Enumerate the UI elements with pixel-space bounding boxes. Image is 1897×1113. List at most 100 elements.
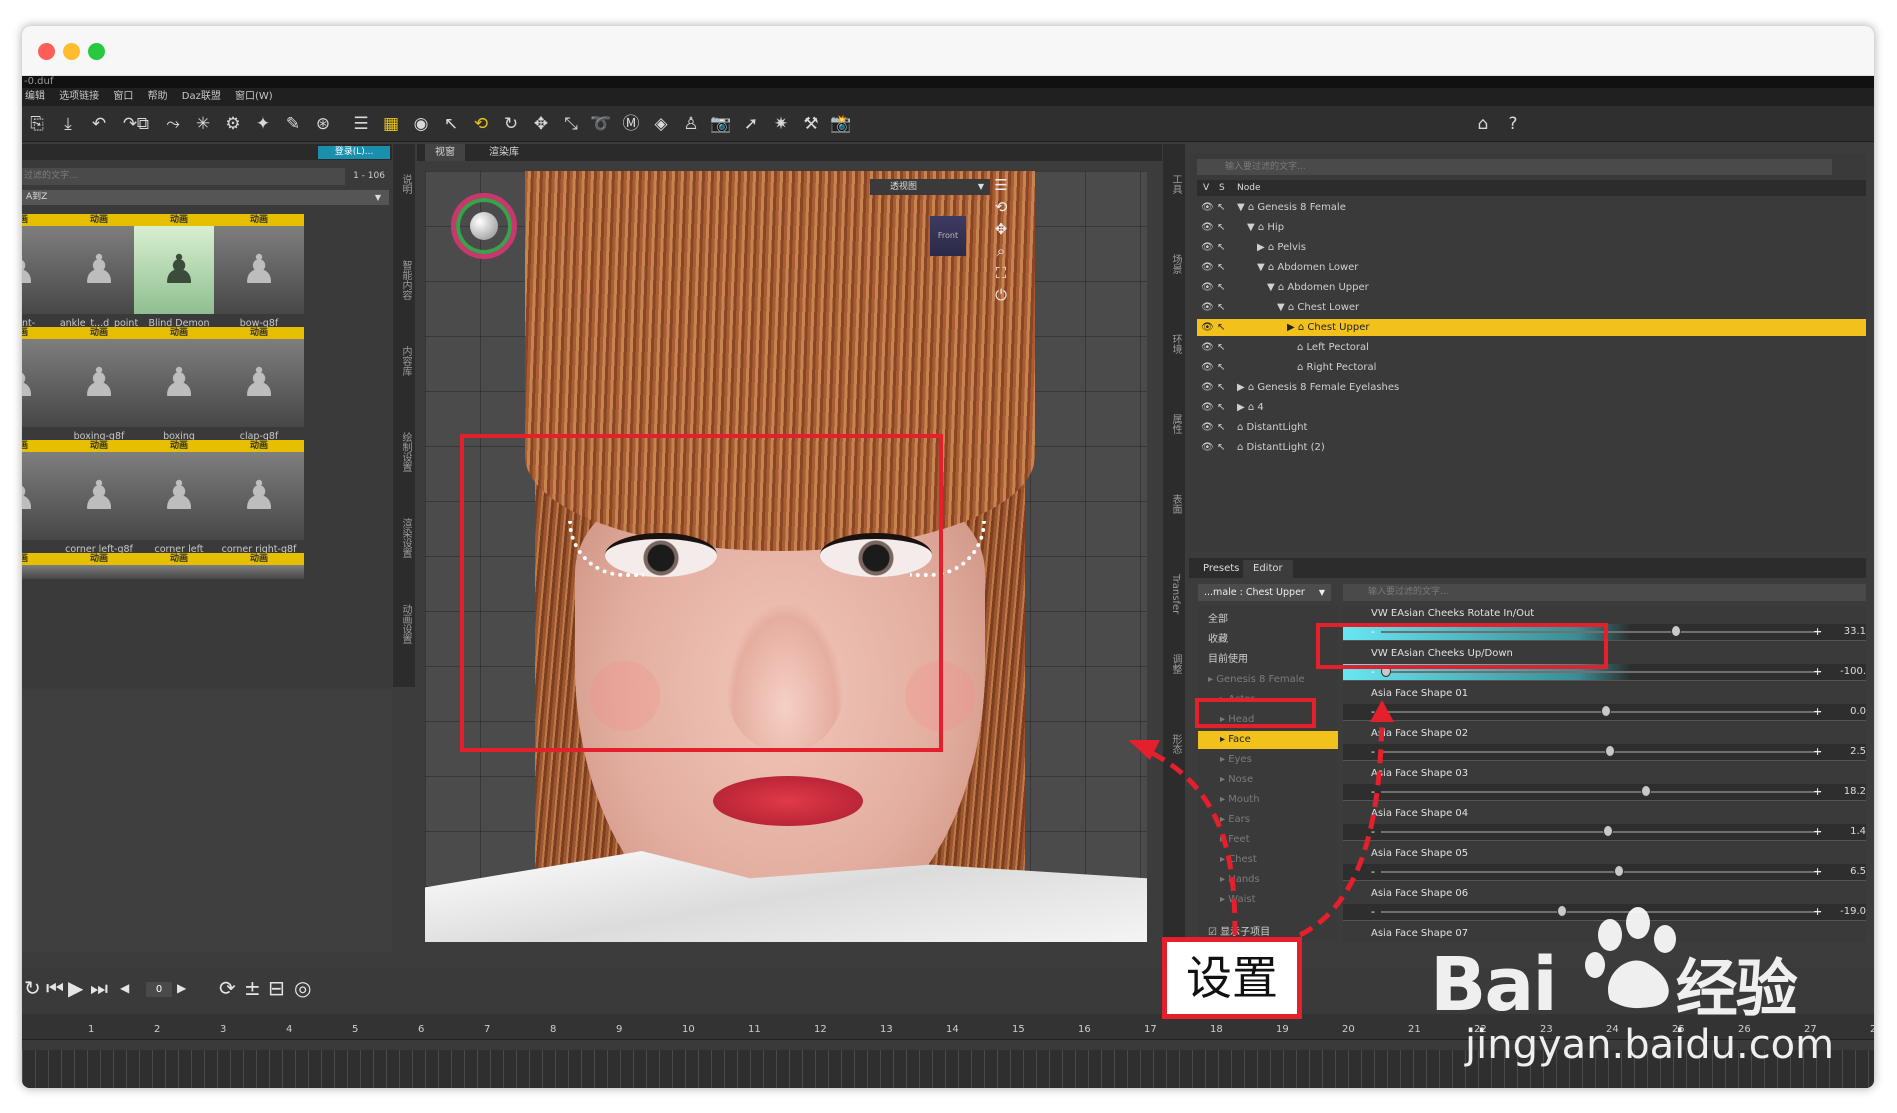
menu-edit[interactable]: 编辑 <box>25 91 45 102</box>
rotate-yellow-icon[interactable]: ⟲ <box>470 113 492 135</box>
frame-field[interactable]: 0 <box>146 982 172 997</box>
twist-icon[interactable]: ➰ <box>590 113 612 135</box>
select-arrow-icon[interactable]: ↖ <box>1217 279 1225 296</box>
property-group-item[interactable]: ▸ Face <box>1198 731 1338 749</box>
tab-presets[interactable]: Presets <box>1193 560 1249 578</box>
select-arrow-icon[interactable]: ↖ <box>1217 379 1225 396</box>
decrement-icon[interactable]: - <box>1371 744 1375 759</box>
target-icon[interactable]: ◎ <box>294 976 311 1000</box>
slider-track[interactable] <box>1381 671 1821 673</box>
property-value[interactable]: -100. <box>1833 664 1866 679</box>
go-end-icon[interactable]: ⏭ <box>90 976 108 1000</box>
eye-icon[interactable]: 👁 <box>1201 339 1214 356</box>
eye-icon[interactable]: 👁 <box>1201 319 1214 336</box>
content-filter-input[interactable]: 过滤的文字... <box>22 168 345 185</box>
property-group-item[interactable]: ▸ Genesis 8 Female <box>1198 671 1338 689</box>
select-arrow-icon[interactable]: ↖ <box>1217 439 1225 456</box>
remove-key-icon[interactable]: ⊟ <box>268 976 285 1000</box>
side-tab[interactable]: 智能内容 <box>397 260 411 300</box>
undo-icon[interactable]: ↶ <box>88 113 110 135</box>
sort-dropdown[interactable]: A到Z <box>22 190 389 205</box>
next-frame-icon[interactable]: ▶ <box>177 981 186 995</box>
slider-bar[interactable]: - +6.5 <box>1343 864 1866 881</box>
property-group-item[interactable]: ▸ Mouth <box>1198 791 1338 809</box>
property-value[interactable]: 18.2 <box>1833 784 1866 799</box>
scene-node-row[interactable]: 👁 ↖ ⌂ DistantLight <box>1197 419 1866 436</box>
slider-knob[interactable] <box>1614 865 1625 877</box>
property-value[interactable]: 0.0 <box>1833 704 1866 719</box>
orbit-icon[interactable]: ⟲ <box>990 198 1012 220</box>
select-arrow-icon[interactable]: ↖ <box>1217 199 1225 216</box>
eye-icon[interactable]: 👁 <box>1201 299 1214 316</box>
zoom-window-button[interactable] <box>88 43 105 60</box>
morph-icon[interactable]: Ⓜ <box>620 113 642 135</box>
property-slider[interactable]: Asia Face Shape 05 - +6.5 <box>1343 846 1866 886</box>
eye-icon[interactable]: 👁 <box>1201 259 1214 276</box>
params-filter-input[interactable]: 输入要过滤的文字... <box>1343 584 1866 601</box>
prev-frame-icon[interactable]: ◀ <box>120 981 129 995</box>
keyframe-icon[interactable]: ⟳ <box>219 976 236 1000</box>
property-value[interactable]: 33.1 <box>1833 624 1866 639</box>
property-slider[interactable]: Asia Face Shape 04 - +1.4 <box>1343 806 1866 846</box>
go-start-icon[interactable]: ⏮ <box>46 976 64 1000</box>
select-arrow-icon[interactable]: ↖ <box>1217 339 1225 356</box>
eye-icon[interactable]: 👁 <box>1201 359 1214 376</box>
slider-bar[interactable]: - +18.2 <box>1343 784 1866 801</box>
menu-window[interactable]: 窗口 <box>113 91 133 102</box>
login-button[interactable]: 登录(L)... <box>318 146 390 159</box>
render-icon[interactable]: 📸 <box>830 113 852 135</box>
pointer-icon[interactable]: ➚ <box>740 113 762 135</box>
thumbnail-item[interactable]: 动画 <box>54 553 144 579</box>
property-value[interactable]: 2.5 <box>1833 744 1866 759</box>
render-settings-icon[interactable]: ⚒ <box>800 113 822 135</box>
select-arrow-icon[interactable]: ↖ <box>1217 419 1225 436</box>
figure-icon[interactable]: ♙ <box>680 113 702 135</box>
eye-icon[interactable]: 👁 <box>1201 239 1214 256</box>
scene-node-row[interactable]: 👁 ↖ ▶ ⌂ Genesis 8 Female Eyelashes <box>1197 379 1866 396</box>
pose-icon[interactable]: ⤳ <box>162 113 184 135</box>
decrement-icon[interactable]: - <box>1371 824 1375 839</box>
scene-node-row[interactable]: 👁 ↖ ▼ ⌂ Chest Lower <box>1197 299 1866 316</box>
move-icon[interactable]: ✥ <box>530 113 552 135</box>
pan-icon[interactable]: ✥ <box>990 220 1012 242</box>
slider-track[interactable] <box>1381 751 1821 753</box>
eye-icon[interactable]: 👁 <box>1201 199 1214 216</box>
increment-icon[interactable]: + <box>1813 744 1822 759</box>
property-group-item[interactable]: ▸ Hands <box>1198 871 1338 889</box>
select-arrow-icon[interactable]: ↖ <box>1217 359 1225 376</box>
property-value[interactable]: 1.4 <box>1833 824 1866 839</box>
thumbnail-item[interactable]: 动画 <box>134 553 224 579</box>
property-slider[interactable]: Asia Face Shape 03 - +18.2 <box>1343 766 1866 806</box>
slider-knob[interactable] <box>1640 785 1651 797</box>
select-arrow-icon[interactable]: ↖ <box>1217 219 1225 236</box>
increment-icon[interactable]: + <box>1813 864 1822 879</box>
rotate-icon[interactable]: ↻ <box>500 113 522 135</box>
camera-icon[interactable]: 📷 <box>710 113 732 135</box>
reset-icon[interactable]: ⏻ <box>990 286 1012 308</box>
property-group-item[interactable]: ▸ Eyes <box>1198 751 1338 769</box>
home-icon[interactable]: ⌂ <box>1472 113 1494 135</box>
select-arrow-icon[interactable]: ↖ <box>1217 399 1225 416</box>
menu-window-w[interactable]: 窗口(W) <box>235 91 273 102</box>
eye-icon[interactable]: 👁 <box>1201 399 1214 416</box>
property-value[interactable]: 6.5 <box>1833 864 1866 879</box>
side-tab[interactable]: 场景 <box>1167 254 1181 274</box>
side-tab[interactable]: 绘制设置 <box>397 432 411 472</box>
slider-track[interactable] <box>1381 871 1821 873</box>
select-arrow-icon[interactable]: ↖ <box>1217 319 1225 336</box>
increment-icon[interactable]: + <box>1813 704 1822 719</box>
slider-track[interactable] <box>1381 791 1821 793</box>
open-icon[interactable]: ⤓ <box>57 113 79 135</box>
side-tab[interactable]: 工具 <box>1167 174 1181 194</box>
eye-icon[interactable]: 👁 <box>1201 219 1214 236</box>
property-group-item[interactable]: ▸ Ears <box>1198 811 1338 829</box>
bars-icon[interactable]: ☰ <box>990 176 1012 198</box>
side-tab[interactable]: 说明 <box>397 174 411 194</box>
scene-node-row[interactable]: 👁 ↖ ▼ ⌂ Genesis 8 Female <box>1197 199 1866 216</box>
node-combo[interactable]: ...male : Chest Upper <box>1198 584 1331 601</box>
eye-icon[interactable]: 👁 <box>1201 279 1214 296</box>
scene-filter-input[interactable]: 输入要过滤的文字... <box>1197 159 1832 175</box>
side-tab[interactable]: 调整 <box>1167 654 1181 674</box>
scene-node-row[interactable]: 👁 ↖ ⌂ DistantLight (2) <box>1197 439 1866 456</box>
side-tab[interactable]: Transfer <box>1167 574 1181 614</box>
